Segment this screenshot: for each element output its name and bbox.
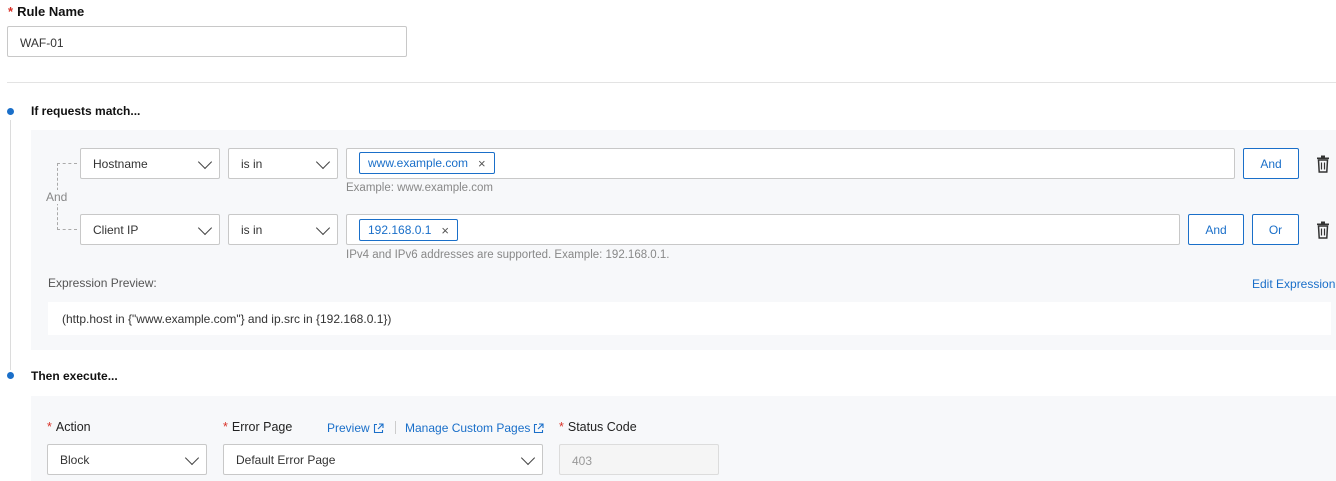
link-separator [395, 421, 396, 434]
external-link-icon [534, 422, 544, 433]
close-icon[interactable]: × [478, 156, 486, 171]
timeline-line [10, 120, 11, 370]
chevron-down-icon [315, 154, 331, 169]
edit-expression-link[interactable]: Edit Expression [1252, 277, 1335, 291]
and-button[interactable]: And [1188, 214, 1244, 245]
step-dot-execute [7, 372, 14, 379]
rule-name-input[interactable]: WAF-01 [7, 26, 407, 57]
trash-icon[interactable] [1316, 155, 1330, 173]
close-icon[interactable]: × [441, 223, 449, 238]
condition-value-input[interactable]: 192.168.0.1 × [346, 214, 1180, 245]
expression-label: Expression Preview: [48, 276, 157, 290]
condition-field-select[interactable]: Hostname [80, 148, 220, 179]
execute-section-title: Then execute... [31, 369, 118, 383]
value-tag: www.example.com × [359, 152, 495, 174]
condition-hint: Example: www.example.com [346, 182, 493, 194]
connector-and-label: And [43, 190, 71, 204]
and-button[interactable]: And [1243, 148, 1299, 179]
expression-preview-box: (http.host in {"www.example.com"} and ip… [48, 302, 1331, 335]
chevron-down-icon [520, 450, 536, 465]
error-page-label: * Error Page [223, 420, 293, 434]
condition-operator-select[interactable]: is in [228, 148, 338, 179]
external-link-icon [373, 422, 384, 433]
condition-value-input[interactable]: www.example.com × [346, 148, 1235, 179]
condition-operator-select[interactable]: is in [228, 214, 338, 245]
divider [7, 82, 1336, 83]
or-button[interactable]: Or [1252, 214, 1299, 245]
chevron-down-icon [197, 154, 213, 169]
status-code-label: * Status Code [559, 420, 637, 434]
trash-icon[interactable] [1316, 221, 1330, 239]
preview-link[interactable]: Preview [327, 421, 384, 435]
chevron-down-icon [197, 220, 213, 235]
condition-field-select[interactable]: Client IP [80, 214, 220, 245]
error-page-select[interactable]: Default Error Page [223, 444, 543, 475]
match-section-title: If requests match... [31, 104, 141, 118]
action-label: * Action [47, 420, 91, 434]
value-tag: 192.168.0.1 × [359, 219, 458, 241]
status-code-input[interactable]: 403 [559, 444, 719, 475]
rule-name-label: * Rule Name [8, 4, 85, 19]
chevron-down-icon [315, 220, 331, 235]
chevron-down-icon [184, 450, 200, 465]
manage-custom-pages-link[interactable]: Manage Custom Pages [405, 421, 544, 435]
condition-hint: IPv4 and IPv6 addresses are supported. E… [346, 249, 670, 261]
action-select[interactable]: Block [47, 444, 207, 475]
step-dot-match [7, 108, 14, 115]
